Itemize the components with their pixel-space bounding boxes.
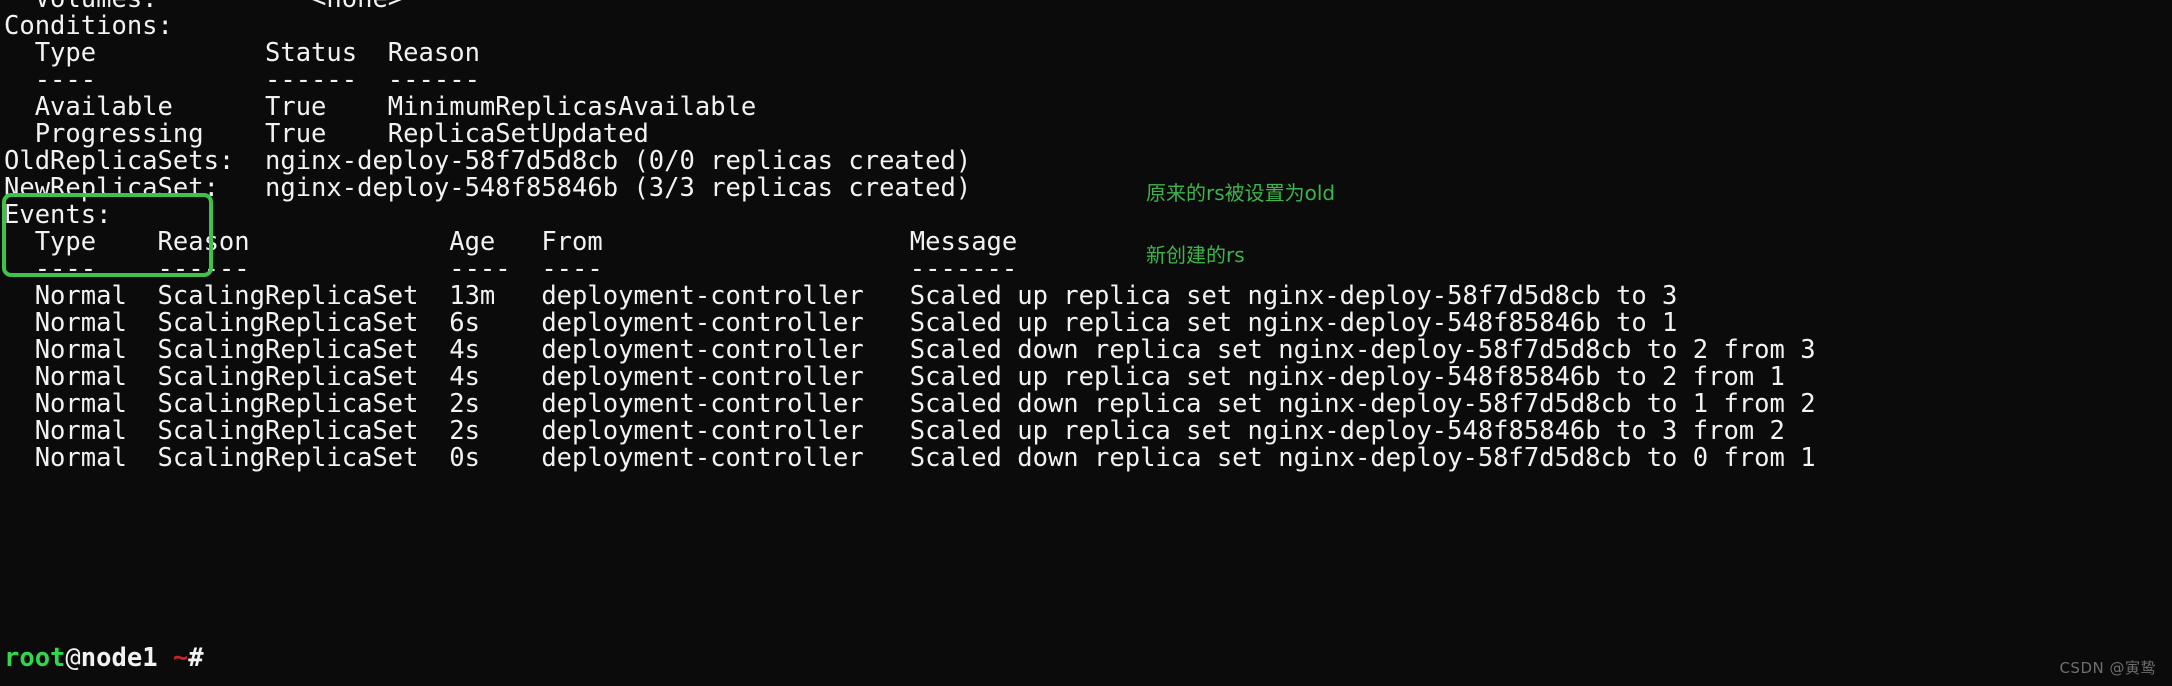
event-row: Normal ScalingReplicaSet 2s deployment-c… bbox=[4, 389, 1816, 419]
terminal-window[interactable]: Volumes: <none> Conditions: Type Status … bbox=[0, 0, 2172, 686]
output-line-events-label: Events: bbox=[4, 200, 112, 230]
event-row: Normal ScalingReplicaSet 6s deployment-c… bbox=[4, 308, 1678, 338]
annotation-new-replicaset: 新创建的rs bbox=[1146, 243, 1245, 267]
output-line-old-replicasets: OldReplicaSets: nginx-deploy-58f7d5d8cb … bbox=[4, 146, 972, 176]
event-row: Normal ScalingReplicaSet 13m deployment-… bbox=[4, 281, 1678, 311]
shell-prompt[interactable]: root@node1 ~# bbox=[4, 645, 204, 672]
output-line-condition-progressing: Progressing True ReplicaSetUpdated bbox=[4, 119, 649, 149]
event-row: Normal ScalingReplicaSet 2s deployment-c… bbox=[4, 416, 1785, 446]
event-row: Normal ScalingReplicaSet 4s deployment-c… bbox=[4, 335, 1816, 365]
output-line-conditions-label: Conditions: bbox=[4, 11, 173, 41]
prompt-hostname: node1 bbox=[80, 643, 158, 673]
watermark: CSDN @寅鸷 bbox=[2059, 659, 2156, 677]
event-row: Normal ScalingReplicaSet 4s deployment-c… bbox=[4, 362, 1785, 392]
output-line-volumes: Volumes: <none> bbox=[0, 0, 2172, 13]
prompt-symbol: # bbox=[188, 643, 204, 673]
output-line-events-underline: ---- ------ ---- ---- ------- bbox=[4, 254, 1018, 284]
output-line-conditions-underline: ---- ------ ------ bbox=[4, 65, 480, 95]
output-line-condition-available: Available True MinimumReplicasAvailable bbox=[4, 92, 757, 122]
output-line-events-header: Type Reason Age From Message bbox=[4, 227, 1018, 257]
output-line-new-replicaset: NewReplicaSet: nginx-deploy-548f85846b (… bbox=[4, 173, 972, 203]
event-row: Normal ScalingReplicaSet 0s deployment-c… bbox=[4, 443, 1816, 473]
prompt-at-sign: @ bbox=[65, 643, 81, 673]
prompt-user: root bbox=[4, 643, 66, 673]
annotation-old-replicaset: 原来的rs被设置为old bbox=[1146, 181, 1336, 205]
prompt-path: ~ bbox=[172, 643, 189, 673]
terminal-output: Volumes: <none> Conditions: Type Status … bbox=[0, 0, 2172, 472]
output-line-conditions-header: Type Status Reason bbox=[4, 38, 480, 68]
